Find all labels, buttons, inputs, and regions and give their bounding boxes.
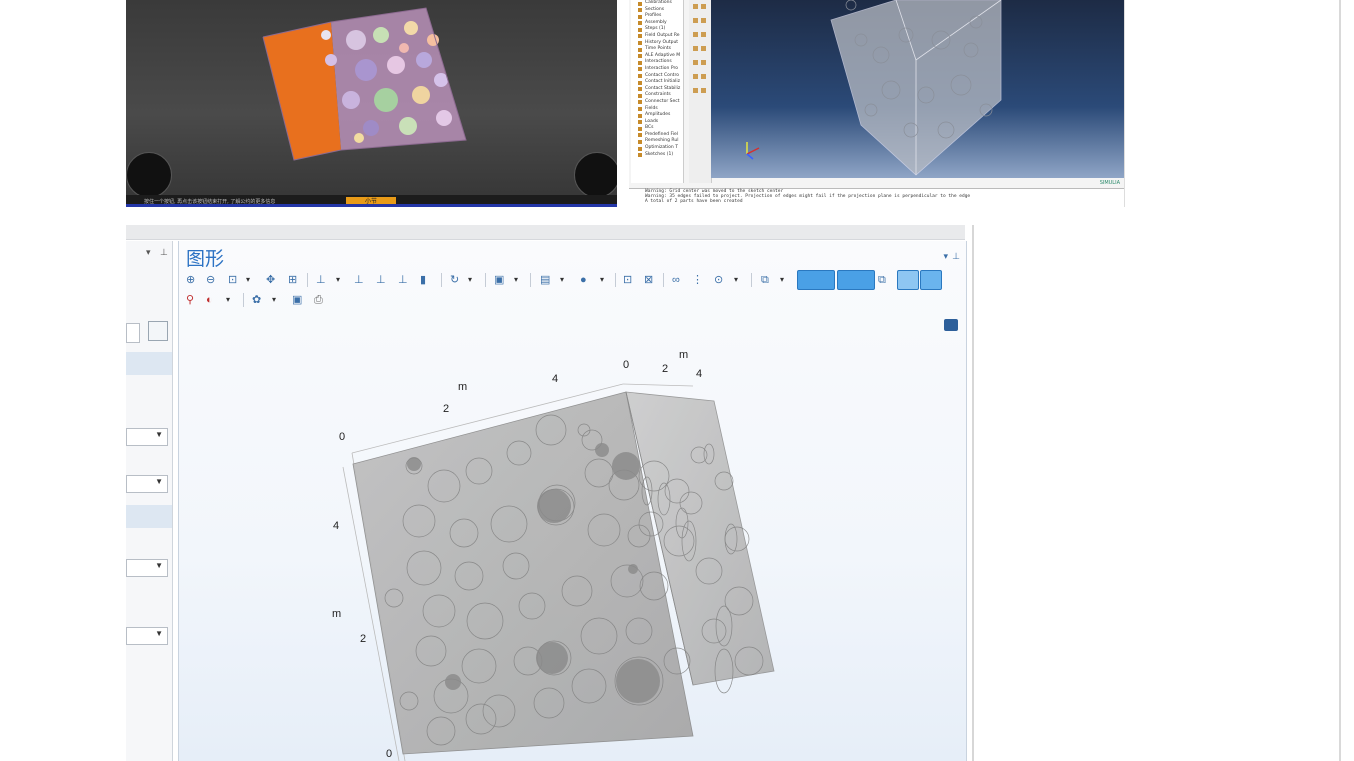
vertical-axis-tick-0: 0 [386, 748, 393, 760]
message-area: Warning: Grid center was moved to the sk… [629, 188, 1124, 207]
selected-row[interactable] [126, 352, 172, 375]
model-tree-item[interactable]: Interaction Pro [631, 66, 683, 73]
model-tree-item[interactable]: Field Output Re [631, 33, 683, 40]
dropdown-2[interactable]: ▼ [126, 475, 168, 493]
geometry-plot[interactable] [179, 241, 966, 761]
vertical-axis-unit: m [332, 608, 342, 620]
abaqus-cube-render [830, 0, 1002, 176]
model-tree-item[interactable]: Contact Initializ [631, 79, 683, 86]
comsol-screenshot: ▾ ⊥ ▼ ▼ ▼ ▼ 图形 ▾ ⊥ ⊕ ⊖ ⊡ ▾ ✥ ⊞ ⊥ ▾ ⊥ ⊥ ⊥… [126, 225, 975, 761]
window-right-edge [972, 225, 974, 761]
page-right-divider [1339, 0, 1341, 761]
text-field[interactable] [126, 323, 140, 343]
vertical-axis-tick-4: 4 [333, 520, 340, 532]
model-tree-item[interactable]: Constraints [631, 92, 683, 99]
front-axis-tick-2: 2 [443, 403, 450, 415]
toolbox-panel[interactable] [689, 0, 712, 183]
model-tree-item[interactable]: Interactions [631, 59, 683, 66]
front-axis-unit: m [458, 381, 468, 393]
particle-viewer-screenshot: 按住一个按钮, 再点击该按钮结束打开, 了解公约的更多信息 小节 [126, 0, 617, 207]
model-tree-item[interactable]: BCs [631, 125, 683, 132]
message-line: A total of 2 parts have been created [645, 199, 743, 204]
edit-button[interactable] [148, 321, 168, 341]
toolbox-icons[interactable] [689, 0, 711, 120]
dropdown-1[interactable]: ▼ [126, 428, 168, 446]
viewer-bottom-accent [126, 204, 617, 207]
particle-cube-render [262, 7, 467, 161]
window-top-strip [126, 225, 965, 240]
panel-dropdown-icon[interactable]: ▾ [146, 247, 151, 258]
view-control-wheel-left[interactable] [126, 152, 172, 198]
settings-panel: ▾ ⊥ ▼ ▼ ▼ ▼ [126, 241, 173, 761]
model-tree-item[interactable]: Steps (1) [631, 26, 683, 33]
model-tree-item[interactable]: Optimization T [631, 145, 683, 152]
graphics-window[interactable]: 图形 ▾ ⊥ ⊕ ⊖ ⊡ ▾ ✥ ⊞ ⊥ ▾ ⊥ ⊥ ⊥ ▮ ↻ ▾ ▣ ▾ ▤… [178, 241, 967, 761]
model-tree[interactable]: Calibrations Sections Profiles Assembly Step… [631, 0, 684, 183]
vertical-axis-tick-2: 2 [360, 633, 367, 645]
model-tree-item[interactable]: Sketches (1) [631, 152, 683, 159]
model-tree-item[interactable]: Profiles [631, 13, 683, 20]
front-axis-tick-0: 0 [339, 431, 346, 443]
selected-row-2[interactable] [126, 505, 172, 528]
simulia-brand: SIMULIA [1099, 180, 1120, 186]
abaqus-viewport[interactable] [711, 0, 1124, 178]
front-axis-tick-4: 4 [552, 373, 559, 385]
model-tree-item[interactable]: Time Points [631, 46, 683, 53]
side-axis-tick-2: 2 [662, 363, 669, 375]
model-tree-item[interactable]: Connector Sect [631, 99, 683, 106]
side-axis-unit: m [679, 349, 689, 361]
model-tree-item[interactable]: Calibrations [631, 0, 683, 7]
model-tree-item[interactable]: Amplitudes [631, 112, 683, 119]
view-control-wheel-right[interactable] [574, 152, 617, 198]
dropdown-4[interactable]: ▼ [126, 627, 168, 645]
abaqus-screenshot: Calibrations Sections Profiles Assembly Step… [629, 0, 1125, 207]
dropdown-3[interactable]: ▼ [126, 559, 168, 577]
pin-icon[interactable]: ⊥ [160, 247, 168, 258]
model-tree-item[interactable]: Loads [631, 119, 683, 126]
side-axis-tick-4: 4 [696, 368, 703, 380]
side-axis-tick-0: 0 [623, 359, 630, 371]
axis-triad [741, 140, 761, 165]
